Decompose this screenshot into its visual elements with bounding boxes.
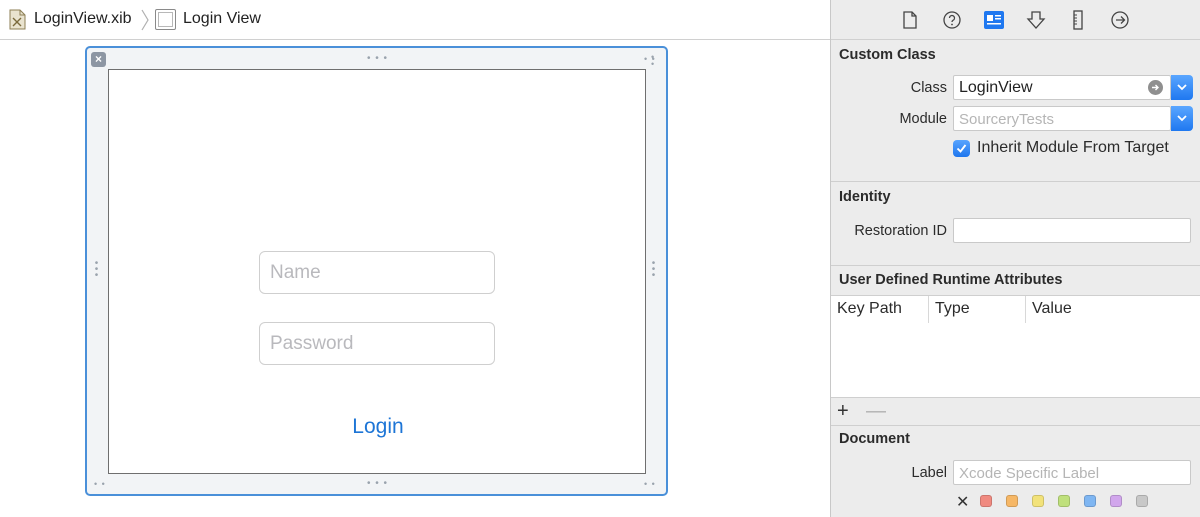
close-icon[interactable]: × [91,52,106,67]
add-attribute-button[interactable]: + [837,401,849,421]
resize-handle-bottom[interactable] [367,481,388,487]
resize-handle-top[interactable] [367,56,388,62]
module-field[interactable]: SourceryTests [953,106,1171,131]
label-color-swatch[interactable] [1032,495,1044,507]
size-inspector-icon[interactable] [1067,9,1089,31]
chevron-down-icon [1177,115,1187,122]
interface-builder-editor: LoginView.xib Login View × Name Password… [0,0,830,517]
chevron-right-icon [141,9,149,31]
name-placeholder: Name [270,262,321,283]
name-field[interactable]: Name [259,251,495,294]
section-title: Document [839,431,910,447]
login-view-canvas[interactable]: × Name Password Login [85,46,668,496]
inherit-module-checkbox[interactable] [953,140,970,157]
jump-bar: LoginView.xib Login View [0,0,830,40]
breadcrumb-file[interactable]: LoginView.xib [34,10,132,28]
col-value[interactable]: Value [1032,300,1072,318]
password-placeholder: Password [270,333,354,354]
resize-handle-left[interactable] [94,261,100,279]
label-color-swatch[interactable] [1058,495,1070,507]
module-placeholder: SourceryTests [959,111,1055,128]
no-color-icon[interactable]: ✕ [956,492,969,512]
identity-section: Identity Restoration ID [831,183,1200,266]
attributes-inspector-icon[interactable] [1025,9,1047,31]
inspector-panel: Custom Class Class LoginView Module Sour… [830,0,1200,517]
section-title: Identity [839,189,891,205]
restoration-id-field[interactable] [953,218,1191,243]
quick-help-icon[interactable] [941,9,963,31]
class-label: Class [910,80,947,96]
document-label-label: Label [911,465,947,481]
connections-inspector-icon[interactable] [1109,9,1131,31]
login-view[interactable]: Name Password Login [108,69,646,474]
checkmark-icon [956,144,967,153]
runtime-attributes-title: User Defined Runtime Attributes [839,272,1063,288]
identity-inspector-icon[interactable] [983,9,1005,31]
document-label-field[interactable]: Xcode Specific Label [953,460,1191,485]
login-button[interactable]: Login [109,415,647,439]
chevron-down-icon [1177,84,1187,91]
arrow-right-circle-icon[interactable] [1148,80,1163,95]
inspector-tab-bar [831,0,1200,40]
remove-attribute-button[interactable]: — [866,401,886,421]
class-value: LoginView [959,79,1033,96]
password-field[interactable]: Password [259,322,495,365]
label-color-swatch[interactable] [1110,495,1122,507]
module-label: Module [899,111,947,127]
breadcrumb-view[interactable]: Login View [183,10,261,28]
column-divider [928,296,929,323]
inherit-module-label[interactable]: Inherit Module From Target [977,139,1169,157]
xib-file-icon[interactable] [9,9,26,30]
column-divider [1025,296,1026,323]
file-inspector-icon[interactable] [899,9,921,31]
section-title: Custom Class [839,47,936,63]
resize-handle-top-right-v [651,54,655,68]
restoration-id-label: Restoration ID [854,223,947,239]
col-type[interactable]: Type [935,300,970,318]
class-field[interactable]: LoginView [953,75,1171,100]
resize-handle-bottom-right[interactable] [644,481,656,488]
document-label-placeholder: Xcode Specific Label [959,465,1100,482]
resize-handle-right[interactable] [651,261,657,279]
runtime-attributes-table[interactable]: Key Path Type Value [831,295,1200,398]
custom-class-section: Custom Class Class LoginView Module Sour… [831,41,1200,182]
module-dropdown-button[interactable] [1171,106,1193,131]
label-color-swatch[interactable] [1084,495,1096,507]
resize-handle-bottom-left[interactable] [94,481,106,488]
col-key-path[interactable]: Key Path [837,300,902,318]
class-dropdown-button[interactable] [1171,75,1193,100]
label-color-swatch[interactable] [1136,495,1148,507]
view-icon[interactable] [155,9,176,30]
label-color-swatch[interactable] [980,495,992,507]
label-color-swatch[interactable] [1006,495,1018,507]
